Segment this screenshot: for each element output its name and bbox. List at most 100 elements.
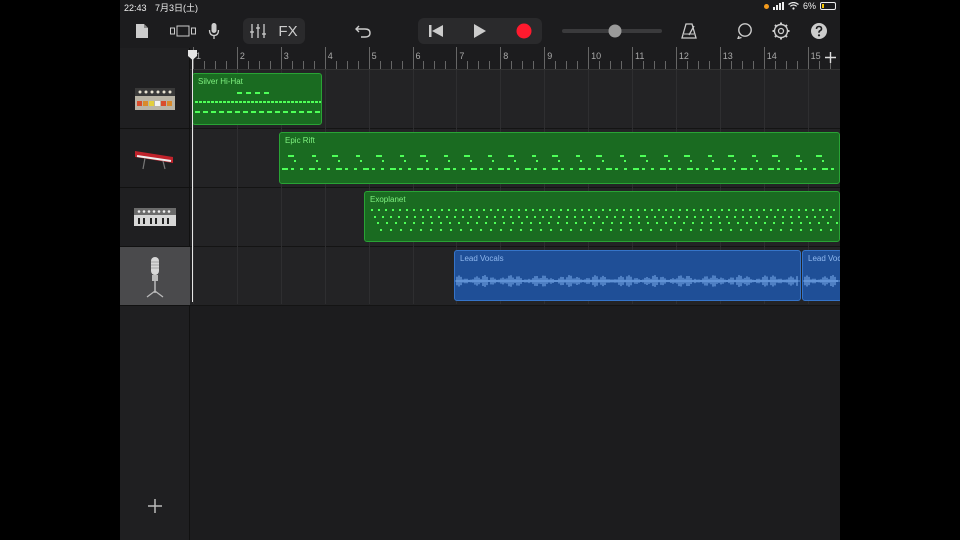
midi-note [462, 209, 464, 211]
bar-number: 2 [239, 51, 245, 61]
ruler-tick [390, 61, 392, 69]
midi-note [690, 160, 692, 162]
midi-note [390, 168, 396, 170]
midi-note [678, 168, 681, 170]
metronome-button[interactable] [678, 17, 700, 45]
ruler-tick [203, 61, 205, 69]
region-silver-hi-hat[interactable]: Silver Hi-Hat [192, 73, 322, 125]
midi-note [579, 168, 585, 170]
midi-note [624, 168, 627, 170]
midi-note [836, 222, 838, 224]
midi-note [395, 222, 397, 224]
midi-note [380, 229, 382, 231]
midi-note [786, 168, 789, 170]
tracks-area[interactable]: Silver Hi-Hat Epic Rift Exoplanet Lead V… [190, 70, 840, 540]
region-epic-rift[interactable]: Epic Rift [279, 132, 840, 184]
midi-note [758, 216, 760, 218]
master-volume-slider[interactable] [560, 17, 664, 45]
midi-note [490, 209, 492, 211]
midi-note [672, 209, 674, 211]
bar-number: 5 [371, 51, 377, 61]
add-section-button[interactable] [825, 50, 836, 67]
region-label: Epic Rift [285, 136, 315, 145]
midi-note [694, 216, 696, 218]
undo-button[interactable] [352, 17, 374, 45]
region-lead-vocals-2[interactable]: Lead Vocals [802, 250, 840, 301]
bar-gridline [412, 70, 414, 304]
cellular-signal-icon [772, 2, 784, 10]
midi-note [263, 101, 266, 103]
midi-note [464, 155, 470, 157]
midi-note [609, 209, 611, 211]
midi-note [784, 209, 786, 211]
midi-note [687, 168, 693, 170]
go-to-beginning-button[interactable] [424, 17, 448, 45]
timeline-ruler[interactable]: 12345678910111213141516 [190, 47, 840, 70]
midi-note [630, 229, 632, 231]
midi-note [647, 222, 649, 224]
region-lead-vocals[interactable]: Lead Vocals [454, 250, 801, 301]
midi-note [444, 155, 448, 157]
ruler-tick [708, 61, 710, 69]
region-exoplanet[interactable]: Exoplanet [364, 191, 840, 242]
play-button[interactable] [468, 17, 492, 45]
microphone-settings-button[interactable] [206, 17, 222, 45]
ruler-tick [807, 47, 809, 69]
midi-note [489, 168, 492, 170]
midi-note [804, 168, 807, 170]
midi-note [756, 160, 758, 162]
midi-note [427, 209, 429, 211]
ruler-tick [258, 61, 260, 69]
midi-note [530, 229, 532, 231]
view-toggle-button[interactable] [168, 17, 198, 45]
track-header-drums[interactable] [120, 70, 190, 129]
midi-note [735, 209, 737, 211]
midi-note [750, 229, 752, 231]
region-label: Exoplanet [370, 195, 406, 204]
midi-note [400, 229, 402, 231]
help-button[interactable] [808, 17, 830, 45]
track-controls-button[interactable] [247, 17, 269, 45]
midi-note [504, 209, 506, 211]
loop-browser-button[interactable] [734, 17, 756, 45]
midi-note [312, 155, 316, 157]
midi-note [650, 229, 652, 231]
midi-note [770, 229, 772, 231]
midi-note [660, 229, 662, 231]
midi-note [790, 229, 792, 231]
midi-note [203, 101, 206, 103]
midi-note [413, 222, 415, 224]
record-button[interactable] [512, 17, 536, 45]
my-songs-button[interactable] [132, 17, 152, 45]
midi-note [620, 222, 622, 224]
midi-note [622, 216, 624, 218]
ruler-tick [588, 47, 590, 69]
midi-note [195, 111, 200, 113]
midi-note [692, 222, 694, 224]
midi-note [458, 222, 460, 224]
track-header-vocals[interactable] [120, 247, 190, 306]
ruler-tick [489, 61, 491, 69]
midi-note [199, 101, 202, 103]
midi-note [518, 216, 520, 218]
track-header-keyboard[interactable] [120, 129, 190, 188]
audio-waveform [803, 275, 840, 287]
midi-note [469, 209, 471, 211]
ruler-tick [730, 61, 732, 69]
track-header-synth[interactable] [120, 188, 190, 247]
midi-note [235, 111, 240, 113]
midi-note [812, 209, 814, 211]
midi-note [377, 222, 379, 224]
ruler-tick [774, 61, 776, 69]
midi-note [616, 209, 618, 211]
midi-note [239, 101, 242, 103]
midi-note [553, 209, 555, 211]
add-track-button[interactable] [145, 496, 165, 516]
midi-note [392, 209, 394, 211]
midi-note [782, 222, 784, 224]
playhead[interactable] [192, 50, 193, 302]
settings-button[interactable] [770, 17, 792, 45]
midi-note [376, 155, 382, 157]
fx-button[interactable]: FX [275, 17, 301, 45]
toolbar: FX [120, 14, 840, 48]
